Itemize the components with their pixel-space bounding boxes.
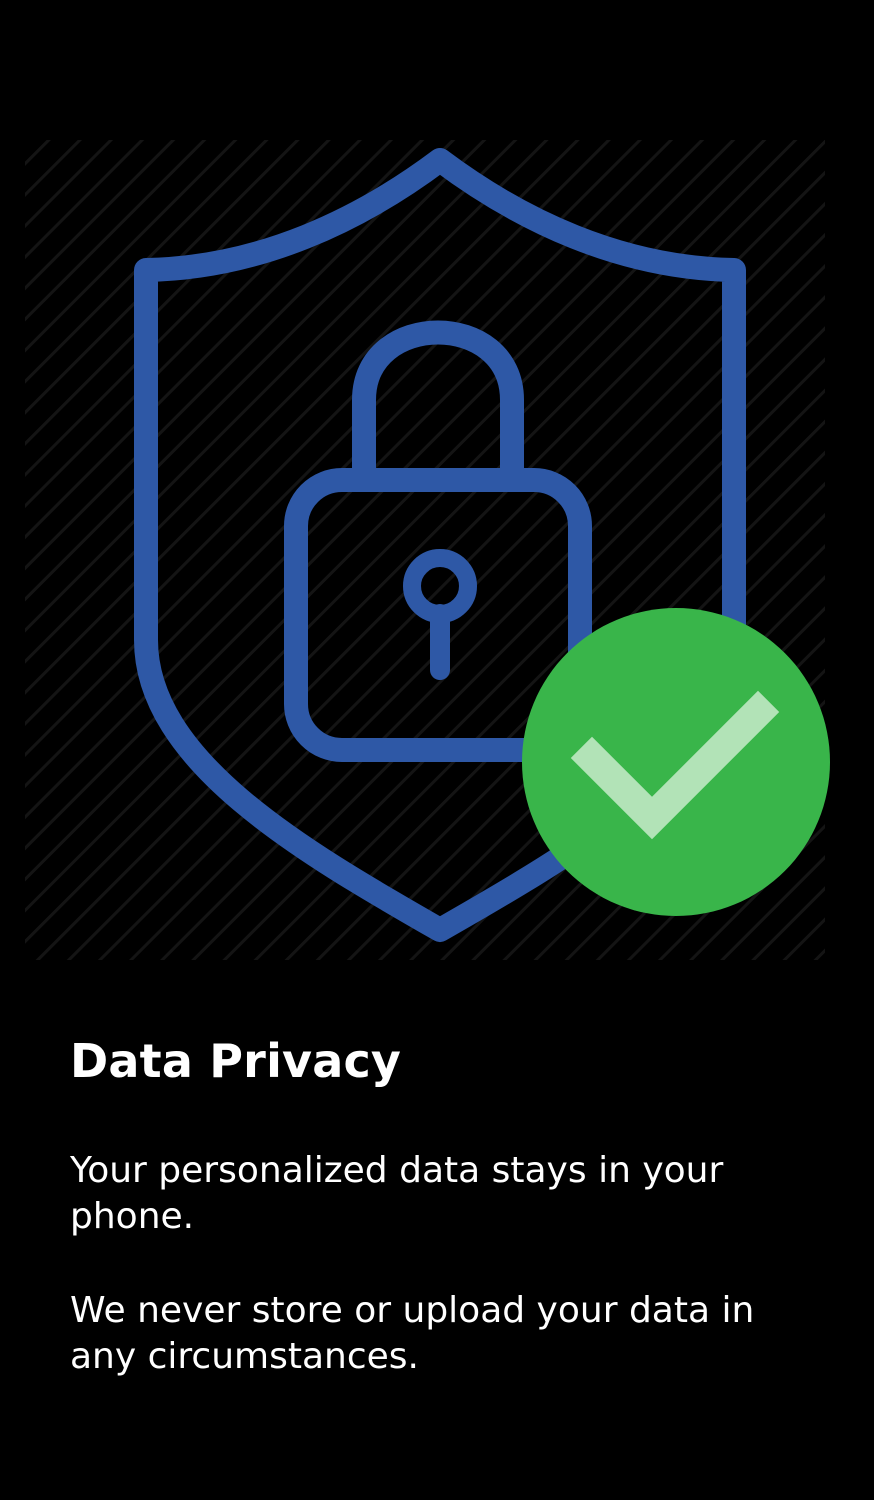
privacy-illustration bbox=[0, 0, 874, 980]
check-circle-icon bbox=[522, 608, 830, 916]
privacy-paragraph-2: We never store or upload your data in an… bbox=[70, 1290, 755, 1377]
privacy-paragraph-1: Your personalized data stays in your pho… bbox=[70, 1150, 724, 1237]
privacy-text-block: Data Privacy Your personalized data stay… bbox=[70, 1030, 810, 1380]
page-title: Data Privacy bbox=[70, 1034, 402, 1088]
